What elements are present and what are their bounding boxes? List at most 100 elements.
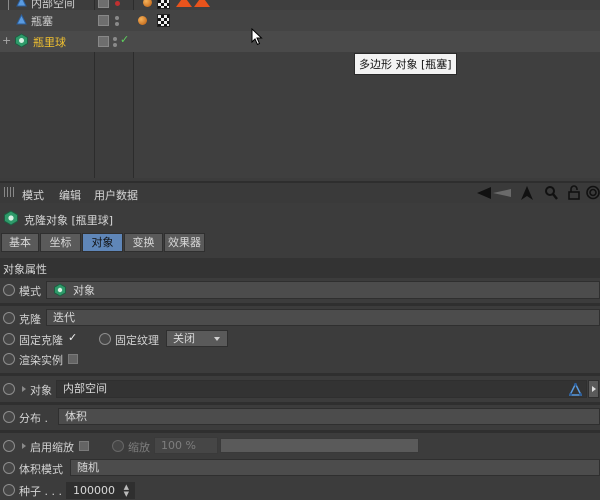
distribution-dropdown[interactable]: 体积 [58, 408, 600, 425]
expand-triangle-icon[interactable] [22, 443, 26, 449]
back-arrow-icon[interactable] [477, 187, 511, 202]
object-row-ball-in-bottle[interactable]: + 瓶里球 ✓ [0, 31, 600, 52]
lock-icon[interactable] [568, 185, 580, 203]
object-row-bottle-cap[interactable]: 瓶塞 [0, 10, 600, 31]
tab-object[interactable]: 对象 [82, 233, 123, 252]
expand-triangle-icon[interactable] [22, 386, 26, 392]
animate-radio[interactable] [3, 462, 15, 474]
null-object-icon [568, 382, 583, 400]
attribute-title: 克隆对象 [瓶里球] [24, 214, 114, 227]
scale-input[interactable]: 100 % [154, 437, 218, 454]
stepper-icon[interactable]: ▲ ▼ [124, 484, 129, 498]
section-title: 对象属性 [3, 263, 47, 276]
separator [0, 430, 600, 433]
null-object-icon [16, 0, 27, 7]
object-link-value: 内部空间 [63, 382, 107, 395]
section-header: 对象属性 [0, 258, 600, 278]
polygon-object-icon [16, 13, 27, 25]
animate-radio[interactable] [112, 440, 124, 452]
fixed-clone-label: 固定克隆 [19, 334, 63, 347]
menu-edit[interactable]: 编辑 [59, 187, 81, 203]
animate-radio[interactable] [3, 353, 15, 365]
clone-dropdown[interactable]: 迭代 [46, 309, 600, 326]
volume-mode-value: 随机 [77, 461, 99, 474]
mode-value: 对象 [73, 284, 95, 297]
attribute-title-bar: 克隆对象 [瓶里球] [0, 205, 600, 231]
fixed-texture-value: 关闭 [173, 332, 195, 345]
tab-basic[interactable]: 基本 [1, 233, 39, 252]
scale-value: 100 % [161, 439, 196, 452]
texture-tag-icon[interactable] [157, 0, 170, 9]
fixed-texture-label: 固定纹理 [115, 334, 159, 347]
enable-scale-label: 启用缩放 [30, 441, 74, 454]
object-name: 瓶塞 [31, 15, 53, 28]
visibility-dot-icon[interactable] [115, 1, 120, 6]
animate-radio[interactable] [3, 484, 15, 496]
seed-input[interactable]: 100000 ▲ ▼ [66, 482, 135, 499]
render-dot-icon[interactable] [113, 43, 117, 47]
mouse-cursor-icon [251, 27, 263, 49]
volume-mode-label: 体积模式 [19, 463, 63, 476]
layer-flag-box[interactable] [98, 15, 109, 26]
target-icon[interactable] [586, 185, 600, 203]
enable-scale-checkbox[interactable] [79, 441, 89, 451]
attribute-menu-bar: 模式 编辑 用户数据 [0, 181, 600, 203]
animate-radio[interactable] [3, 284, 15, 296]
distribution-label: 分布 . [19, 412, 48, 425]
fixed-clone-checkbox[interactable]: ✓ [68, 331, 77, 344]
search-icon[interactable] [545, 186, 558, 203]
separator [0, 402, 600, 405]
object-tooltip: 多边形 对象 [瓶塞] [354, 53, 457, 75]
object-manager: 内部空间 瓶塞 + 瓶里球 ✓ 多边形 对象 [瓶塞] [0, 0, 600, 178]
arrow-right-icon [592, 386, 596, 392]
mode-dropdown[interactable]: 对象 [46, 281, 600, 299]
animate-radio[interactable] [99, 333, 111, 345]
tab-effectors[interactable]: 效果器 [164, 233, 205, 252]
mode-label: 模式 [19, 285, 41, 298]
clone-value: 迭代 [53, 311, 75, 324]
menu-user-data[interactable]: 用户数据 [94, 187, 138, 203]
tab-coord[interactable]: 坐标 [40, 233, 81, 252]
animate-radio[interactable] [3, 383, 15, 395]
render-instances-checkbox[interactable] [68, 354, 78, 364]
cloner-object-icon [14, 33, 29, 48]
visibility-dot-icon[interactable] [115, 16, 119, 20]
animate-radio[interactable] [3, 411, 15, 423]
menu-mode[interactable]: 模式 [22, 187, 44, 203]
enabled-check-icon[interactable]: ✓ [120, 33, 129, 46]
volume-mode-dropdown[interactable]: 随机 [70, 459, 600, 476]
fixed-texture-dropdown[interactable]: 关闭 [166, 330, 228, 347]
animate-radio[interactable] [3, 312, 15, 324]
animate-radio[interactable] [3, 333, 15, 345]
layer-flag-box[interactable] [98, 36, 109, 47]
animate-radio[interactable] [3, 440, 15, 452]
seed-label: 种子 . . . [19, 485, 62, 498]
grip-icon[interactable] [4, 187, 14, 197]
object-link-field[interactable]: 内部空间 [56, 380, 587, 398]
tag-triangle-icon[interactable] [176, 0, 192, 7]
object-name-selected: 瓶里球 [33, 36, 66, 49]
texture-tag-icon[interactable] [157, 14, 170, 27]
link-menu-button[interactable] [588, 380, 599, 398]
seed-value: 100000 [73, 484, 115, 497]
distribution-value: 体积 [65, 410, 87, 423]
scale-slider[interactable] [220, 438, 419, 453]
cloner-object-icon [3, 210, 19, 226]
up-arrow-icon[interactable] [521, 186, 533, 203]
dropdown-arrow-icon [214, 337, 220, 341]
material-tag-icon[interactable] [138, 16, 147, 25]
scale-label: 缩放 [128, 441, 150, 454]
tag-triangle-icon[interactable] [194, 0, 210, 7]
expand-icon[interactable]: + [2, 34, 11, 47]
render-instances-label: 渲染实例 [19, 354, 63, 367]
layer-flag-box[interactable] [98, 0, 109, 8]
tab-transform[interactable]: 变换 [124, 233, 163, 252]
separator [0, 373, 600, 376]
render-dot-icon[interactable] [115, 22, 119, 26]
cloner-mode-icon [53, 283, 67, 297]
material-tag-icon[interactable] [143, 0, 152, 7]
clone-label: 克隆 [19, 313, 41, 326]
separator [0, 303, 600, 306]
visibility-dot-icon[interactable] [113, 37, 117, 41]
object-link-label: 对象 [30, 384, 52, 397]
